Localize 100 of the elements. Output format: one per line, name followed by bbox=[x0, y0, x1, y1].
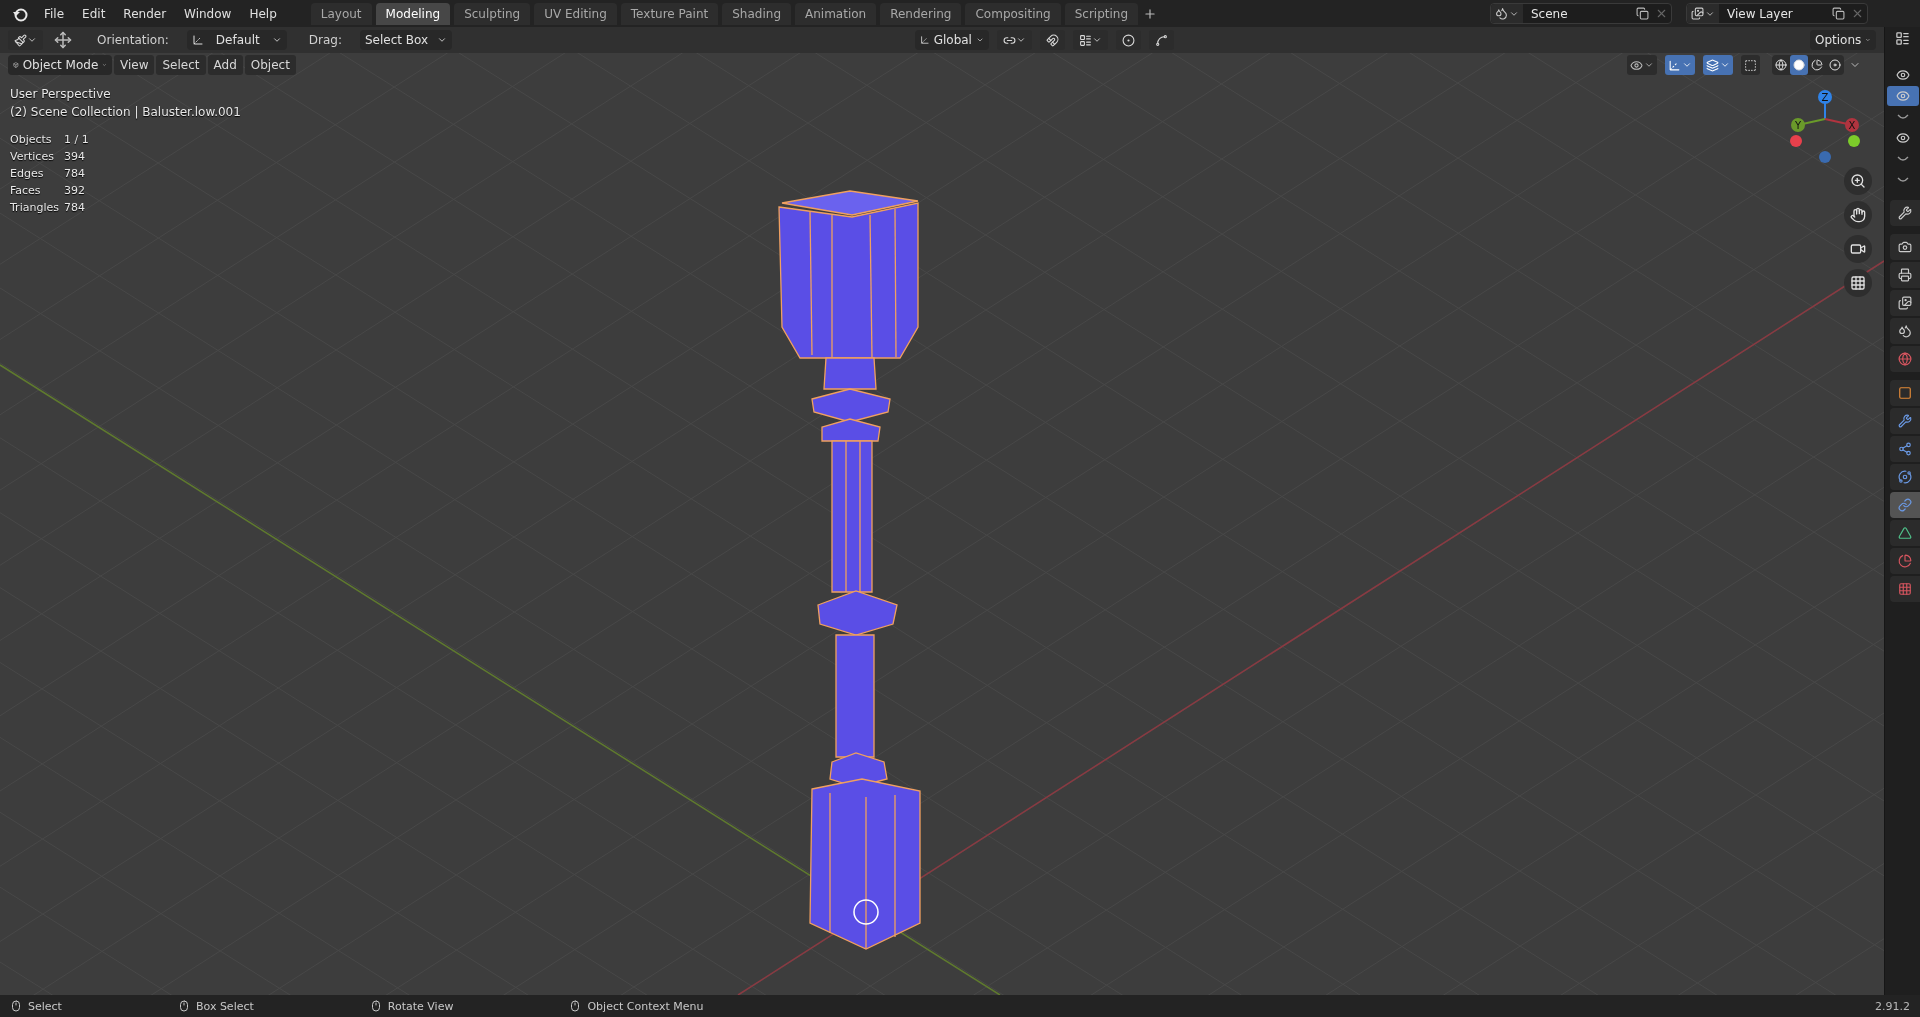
properties-tab[interactable] bbox=[1889, 290, 1920, 316]
grid-icon bbox=[1850, 275, 1866, 291]
caret-icon bbox=[1016, 35, 1026, 45]
workspace-tab[interactable]: Shading bbox=[722, 2, 791, 25]
closed-eye-icon bbox=[1895, 113, 1910, 121]
properties-tab[interactable] bbox=[1889, 408, 1920, 434]
workspace-tab[interactable]: Texture Paint bbox=[620, 2, 719, 25]
move-icon bbox=[54, 31, 72, 49]
zoom-button[interactable] bbox=[1844, 167, 1872, 195]
falloff-button[interactable] bbox=[1149, 30, 1174, 50]
properties-tab[interactable] bbox=[1889, 492, 1920, 518]
workspace-tab[interactable]: Animation bbox=[795, 2, 877, 25]
options-dropdown[interactable]: Options bbox=[1810, 30, 1876, 50]
view-layer-field[interactable]: View Layer bbox=[1686, 3, 1868, 24]
properties-tab[interactable] bbox=[1889, 318, 1920, 344]
mode-dropdown[interactable]: Object Mode bbox=[8, 55, 112, 75]
perspective-toggle-button[interactable] bbox=[1844, 269, 1872, 297]
xray-toggle[interactable] bbox=[1741, 55, 1760, 75]
overlays-toggle[interactable] bbox=[1703, 55, 1733, 75]
pan-button[interactable] bbox=[1844, 201, 1872, 229]
properties-tab[interactable] bbox=[1889, 200, 1920, 226]
solid-shading-button[interactable] bbox=[1790, 55, 1808, 75]
status-hint: Box Select bbox=[195, 999, 254, 1013]
nodes-icon bbox=[1897, 442, 1912, 456]
images-icon bbox=[1691, 7, 1704, 20]
menu-item[interactable]: Render bbox=[115, 3, 175, 24]
snap-button[interactable] bbox=[1040, 30, 1065, 50]
workspace-tab[interactable]: Scripting bbox=[1064, 2, 1139, 25]
drag-label: Drag: bbox=[307, 33, 343, 47]
orientation-label: Orientation: bbox=[96, 33, 170, 47]
grid-icon bbox=[1897, 582, 1912, 596]
brush-icon bbox=[14, 33, 27, 47]
axes-icon bbox=[1668, 58, 1681, 72]
gizmos-toggle[interactable] bbox=[1665, 55, 1695, 75]
viewport-menu[interactable]: Select bbox=[156, 55, 206, 75]
stat-value: 392 bbox=[64, 184, 86, 197]
caret-icon bbox=[27, 35, 37, 45]
cube-icon bbox=[13, 59, 19, 71]
drag-dropdown[interactable]: Select Box bbox=[360, 30, 452, 50]
eye-icon bbox=[1630, 58, 1643, 72]
stat-value: 784 bbox=[64, 167, 86, 180]
circle-icon bbox=[1793, 59, 1805, 71]
close-icon bbox=[1851, 7, 1864, 20]
tool-picker-button[interactable] bbox=[8, 30, 43, 50]
globe-icon bbox=[1897, 352, 1912, 366]
caret-icon bbox=[1092, 35, 1102, 45]
axis-dot-icon[interactable] bbox=[1790, 135, 1802, 147]
axis-dot-icon[interactable] bbox=[1848, 135, 1860, 147]
workspace-tab[interactable]: Modeling bbox=[375, 2, 451, 25]
properties-tab[interactable] bbox=[1889, 380, 1920, 406]
viewport-menu[interactable]: Object bbox=[244, 55, 296, 75]
stat-label: Objects bbox=[10, 133, 53, 146]
viewport-menu[interactable]: View bbox=[114, 55, 155, 75]
caret-icon bbox=[437, 35, 447, 45]
status-hint: Rotate View bbox=[387, 999, 454, 1013]
version-label: 2.91.2 bbox=[1875, 999, 1910, 1013]
proportional-edit-button[interactable] bbox=[1116, 30, 1141, 50]
viewport-menu[interactable]: Add bbox=[207, 55, 243, 75]
stat-value: 784 bbox=[64, 201, 86, 214]
stat-value: 394 bbox=[64, 150, 86, 163]
mouse-icon bbox=[369, 1000, 382, 1012]
workspace-tab[interactable]: Sculpting bbox=[454, 2, 531, 25]
stat-value: 1 / 1 bbox=[64, 133, 89, 146]
menu-item[interactable]: Help bbox=[241, 3, 285, 24]
orientation-dropdown[interactable]: Default bbox=[186, 30, 287, 50]
workspace-tab[interactable]: Compositing bbox=[965, 2, 1061, 25]
menu-item[interactable]: File bbox=[36, 3, 73, 24]
menu-item[interactable]: Edit bbox=[74, 3, 114, 24]
selectability-toggle[interactable] bbox=[1627, 55, 1657, 75]
workspace-tab[interactable]: Rendering bbox=[880, 2, 962, 25]
menu-item[interactable]: Window bbox=[176, 3, 240, 24]
axis-dot-icon[interactable] bbox=[1819, 151, 1831, 163]
status-hint: Object Context Menu bbox=[587, 999, 704, 1013]
properties-tab[interactable] bbox=[1889, 234, 1920, 260]
workspace-tab[interactable]: Layout bbox=[310, 2, 372, 25]
snap-target-button[interactable] bbox=[1073, 30, 1108, 50]
globe-icon bbox=[1775, 59, 1787, 71]
circle-dot-icon bbox=[1122, 33, 1135, 47]
properties-tab[interactable] bbox=[1889, 262, 1920, 288]
status-hint: Select bbox=[28, 999, 62, 1013]
properties-tab[interactable] bbox=[1889, 436, 1920, 462]
square-icon bbox=[1897, 386, 1912, 400]
workspace-tab[interactable]: UV Editing bbox=[534, 2, 617, 25]
visibility-toggle[interactable] bbox=[1886, 86, 1919, 106]
curve-icon bbox=[1155, 33, 1168, 47]
camera-view-button[interactable] bbox=[1844, 235, 1872, 263]
hand-icon bbox=[1850, 207, 1866, 223]
scene-field[interactable]: Scene bbox=[1490, 3, 1672, 24]
view-name: User Perspective bbox=[10, 87, 111, 101]
transform-orientation-dropdown[interactable]: Global bbox=[915, 30, 989, 50]
pivot-button[interactable] bbox=[997, 30, 1032, 50]
properties-tab[interactable] bbox=[1889, 464, 1920, 490]
properties-tab[interactable] bbox=[1889, 520, 1920, 546]
caret-icon bbox=[1644, 60, 1654, 70]
axes-icon bbox=[191, 34, 204, 46]
axis-handle[interactable]: Y bbox=[1791, 118, 1826, 132]
caret-icon bbox=[271, 35, 282, 45]
axis-handle[interactable]: Z bbox=[1818, 90, 1832, 120]
pie-icon bbox=[1811, 59, 1823, 71]
zoom-icon bbox=[1850, 173, 1866, 189]
